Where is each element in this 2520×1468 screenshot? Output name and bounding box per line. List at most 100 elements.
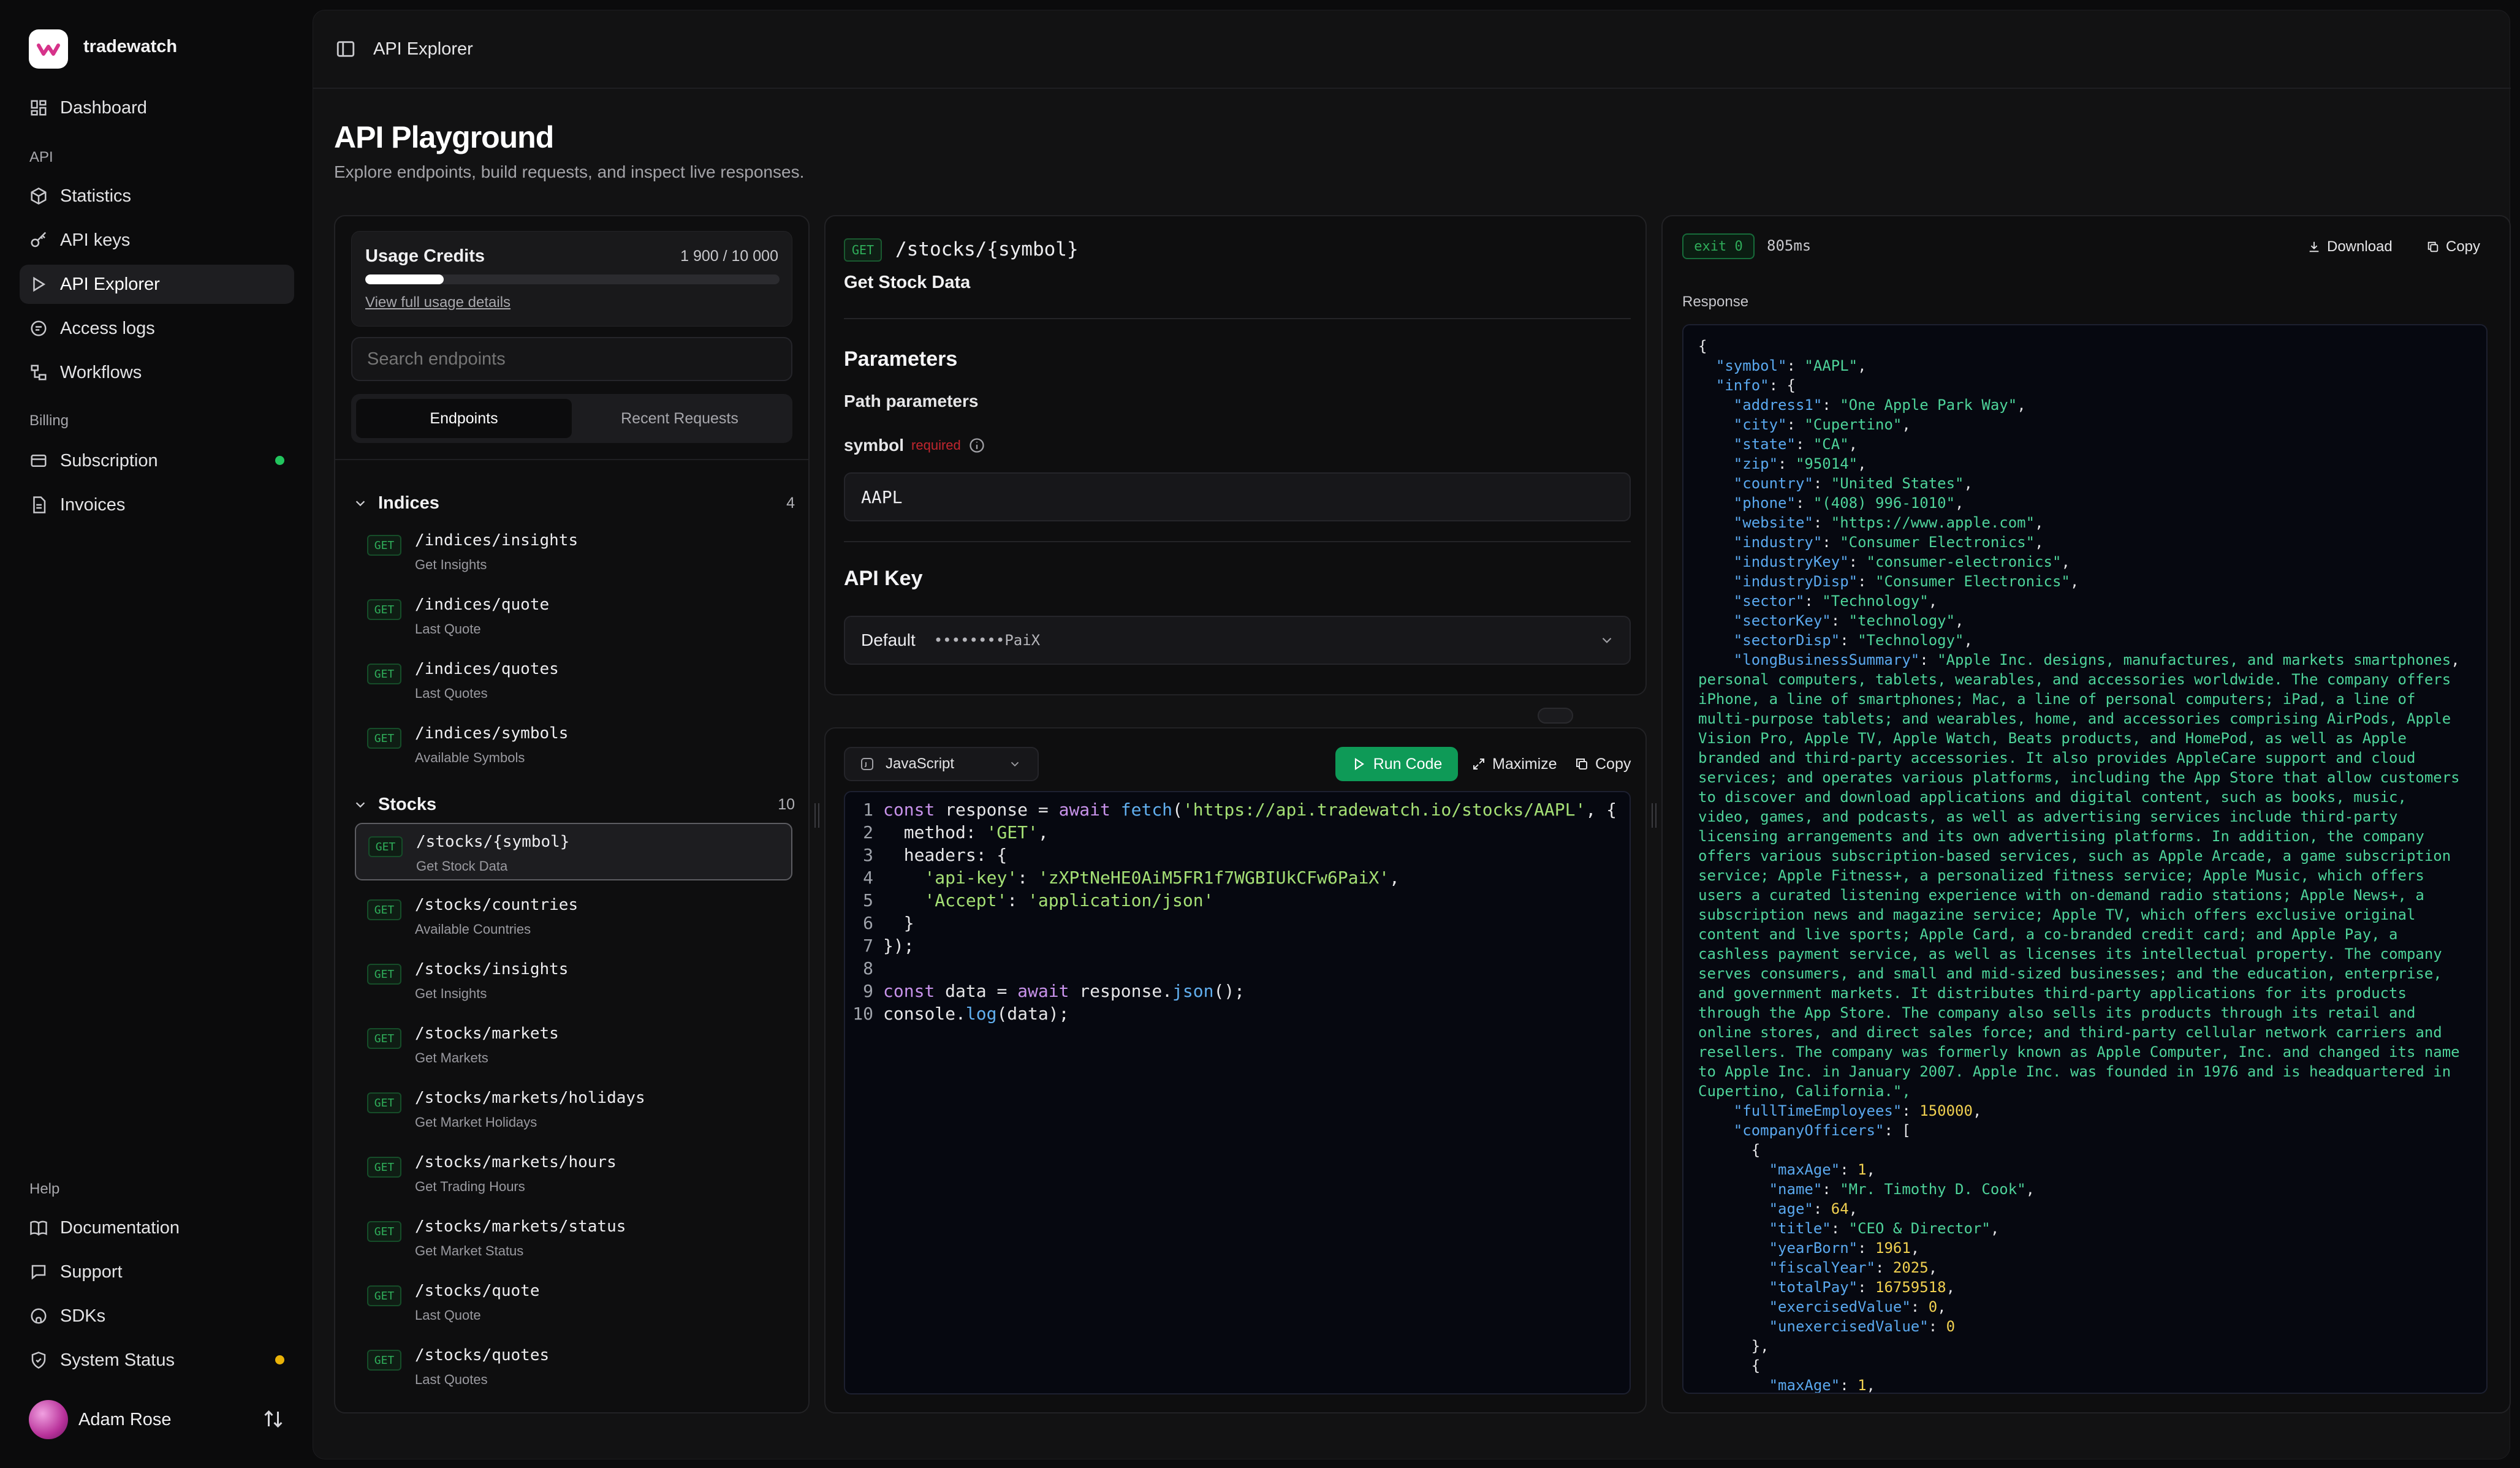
copy-response-button[interactable]: Copy (2426, 230, 2480, 264)
panel-resize-handle[interactable] (1652, 803, 1657, 828)
endpoint-item[interactable]: GET/stocks/markets/hours Get Trading Hour… (355, 1145, 792, 1202)
sidebar-item-statistics[interactable]: Statistics (20, 176, 294, 216)
endpoint-item[interactable]: GET/stocks/markets Get Markets (355, 1016, 792, 1073)
endpoint-path: /stocks/quotes (415, 1346, 550, 1364)
endpoint-desc: Get Insights (415, 557, 487, 572)
endpoint-path: /stocks/countries (415, 896, 579, 914)
endpoint-path: /stocks/insights (415, 960, 569, 978)
vertical-resize-handle[interactable] (1538, 708, 1573, 724)
json-line: licensing arrangements and its own adver… (1698, 828, 2424, 845)
endpoint-desc: Last Quote (415, 1307, 481, 1323)
brand-logo-icon[interactable] (29, 29, 68, 69)
search-input[interactable] (351, 337, 792, 381)
endpoint-item[interactable]: GET/indices/symbols Available Symbols (355, 716, 792, 773)
method-badge: GET (367, 964, 401, 985)
maximize-label: Maximize (1492, 755, 1557, 773)
panel-resize-handle[interactable] (814, 803, 819, 828)
sidebar-item-sdks[interactable]: SDKs (20, 1296, 294, 1336)
json-line: multi-purpose tablets; and wearables, ho… (1698, 710, 2451, 727)
endpoint-item[interactable]: GET/stocks/insights Get Insights (355, 952, 792, 1009)
copy-icon (2427, 241, 2438, 252)
sidebar-toggle-icon[interactable] (335, 39, 356, 59)
json-line: "symbol": "AAPL", (1715, 357, 1867, 374)
code-editor[interactable]: 1 const response = await fetch('https://a… (844, 791, 1631, 1394)
sidebar-section-api: API (29, 149, 53, 165)
json-line: branded and third-party accessories. It … (1698, 749, 2416, 766)
json-line: "industryDisp": "Consumer Electronics", (1733, 573, 2079, 590)
sidebar-item-api-explorer[interactable]: API Explorer (20, 265, 294, 304)
book-icon (30, 1220, 47, 1236)
symbol-input[interactable]: AAPL (844, 472, 1631, 521)
method-badge: GET (367, 664, 401, 684)
sidebar-item-label: Support (60, 1262, 123, 1282)
invoice-icon (33, 496, 46, 513)
endpoint-desc: Get Markets (415, 1050, 488, 1065)
download-button[interactable]: Download (2307, 230, 2393, 264)
sidebar-item-support[interactable]: Support (20, 1252, 294, 1292)
endpoint-item[interactable]: GET/indices/insights Get Insights (355, 523, 792, 580)
receipt-icon (31, 455, 47, 467)
endpoint-item[interactable]: GET/stocks/countries Available Countries (355, 887, 792, 945)
sidebar-item-system-status[interactable]: System Status (20, 1341, 294, 1380)
copy-icon (1576, 759, 1587, 770)
avatar[interactable] (29, 1400, 68, 1439)
group-name: Indices (378, 493, 439, 513)
usage-details-link[interactable]: View full usage details (365, 294, 510, 311)
json-line: personal computers, tablets, wearables, … (1698, 671, 2451, 688)
credits-title: Usage Credits (365, 246, 485, 266)
json-line: to discover and download applications an… (1698, 789, 2407, 806)
method-badge: GET (367, 728, 401, 749)
copy-code-button[interactable]: Copy (1574, 747, 1631, 781)
tab-endpoints[interactable]: Endpoints (356, 399, 572, 438)
method-badge: GET (367, 1285, 401, 1306)
sidebar-item-documentation[interactable]: Documentation (20, 1208, 294, 1247)
breadcrumb: API Explorer (373, 39, 473, 59)
sidebar-item-api-keys[interactable]: API keys (20, 221, 294, 260)
sidebar-item-subscription[interactable]: Subscription (20, 441, 294, 480)
sidebar-item-access-logs[interactable]: Access logs (20, 309, 294, 348)
page-subtitle: Explore endpoints, build requests, and i… (334, 162, 805, 181)
endpoint-item[interactable]: GET/stocks/quotes Last Quotes (355, 1337, 792, 1395)
json-line: to Apple Inc. in January 2007. Apple Inc… (1698, 1063, 2451, 1080)
user-name: Adam Rose (78, 1410, 172, 1429)
sidebar-item-workflows[interactable]: Workflows (20, 353, 294, 392)
sidebar-item-label: Workflows (60, 362, 142, 382)
endpoint-item[interactable]: GET/stocks/markets/holidays Get Market Ho… (355, 1080, 792, 1138)
endpoint-item-selected[interactable]: GET/stocks/{symbol} Get Stock Data (355, 823, 792, 880)
code-line: 7}); (863, 936, 914, 956)
json-line: "exercisedValue": 0, (1769, 1298, 1946, 1315)
sidebar-item-dashboard[interactable]: Dashboard (20, 88, 294, 127)
sidebar-item-label: Statistics (60, 186, 132, 206)
api-key-heading: API Key (844, 567, 923, 590)
sort-updown-icon[interactable] (262, 1408, 284, 1430)
sidebar-item-invoices[interactable]: Invoices (20, 485, 294, 524)
api-key-select[interactable]: Default ••••••••PaiX (844, 616, 1631, 665)
run-code-label: Run Code (1373, 755, 1443, 773)
chat-icon (31, 1265, 46, 1280)
exit-status-badge: exit 0 (1682, 233, 1755, 259)
page-title: API Playground (334, 120, 554, 154)
json-line: service; Apple Fitness+, a personalized … (1698, 867, 2424, 884)
response-body[interactable]: { "symbol": "AAPL", "info": { "address1"… (1682, 324, 2488, 1394)
api-key-masked: ••••••••PaiX (933, 632, 1041, 649)
group-header-indices[interactable]: Indices 4 (354, 491, 795, 515)
group-header-stocks[interactable]: Stocks 10 (354, 792, 795, 817)
endpoint-path: /stocks/markets/holidays (415, 1089, 645, 1107)
endpoint-item[interactable]: GET/stocks/markets/status Get Market Stat… (355, 1209, 792, 1266)
endpoint-item[interactable]: GET/indices/quote Last Quote (355, 587, 792, 645)
info-icon[interactable] (968, 437, 985, 454)
tab-recent-requests[interactable]: Recent Requests (572, 399, 788, 438)
maximize-button[interactable]: Maximize (1471, 747, 1557, 781)
endpoint-desc: Get Market Holidays (415, 1114, 537, 1130)
language-select[interactable]: JavaScript (844, 747, 1039, 781)
endpoint-item[interactable]: GET/stocks/quote Last Quote (355, 1273, 792, 1331)
run-code-button[interactable]: Run Code (1335, 747, 1458, 781)
json-line: "info": { (1715, 377, 1796, 394)
json-line: { (1698, 1357, 1761, 1374)
endpoint-desc: Get Market Status (415, 1243, 524, 1258)
endpoint-desc: Available Countries (415, 921, 531, 937)
endpoint-item[interactable]: GET/indices/quotes Last Quotes (355, 651, 792, 709)
endpoint-path: /stocks/markets/hours (415, 1153, 617, 1171)
json-line: "state": "CA", (1733, 436, 1858, 453)
endpoint-desc: Get Stock Data (416, 858, 508, 874)
